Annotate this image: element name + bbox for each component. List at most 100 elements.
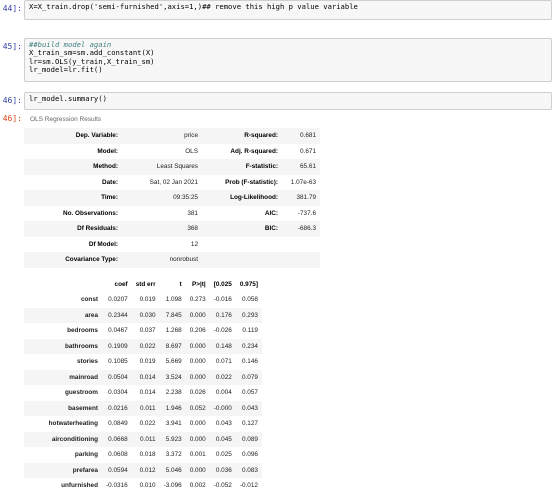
- code-input[interactable]: lr_model.summary(): [24, 92, 552, 110]
- variable-name: bedrooms: [67, 327, 98, 335]
- table-cell: 0.037: [139, 327, 156, 335]
- variable-name: guestroom: [64, 389, 98, 397]
- table-cell: 0.127: [241, 420, 258, 428]
- coefficient-table: coef std err t P>|t| [0.025 0.975] const 0.020…: [24, 277, 262, 494]
- column-header: 0.975]: [239, 280, 258, 288]
- table-cell: 0.057: [241, 389, 258, 397]
- table-cell: 0.019: [139, 358, 156, 366]
- table-cell: 0.079: [235, 369, 262, 385]
- summary-row: Method: Least Squares F-statistic: 65.61: [24, 159, 320, 175]
- code-input[interactable]: ##build model again X_train_sm=sm.add_co…: [24, 38, 552, 82]
- code-cell-44[interactable]: 44]: X=X_train.drop('semi-furnished',axi…: [0, 0, 552, 22]
- summary-value: 1.07e-63: [290, 178, 316, 186]
- table-cell: 0.083: [235, 462, 262, 478]
- code-line: X=X_train.drop('semi-furnished',axis=1,)…: [29, 2, 358, 11]
- summary-value: -737.6: [297, 209, 316, 217]
- table-cell: 5.669: [165, 358, 182, 366]
- input-prompt: 46]:: [2, 96, 22, 105]
- table-cell: 0.030: [131, 307, 160, 323]
- input-prompt: 44]:: [2, 4, 22, 13]
- variable-name: area: [24, 307, 102, 323]
- summary-value: 368: [122, 221, 202, 237]
- summary-value: 65.61: [282, 159, 320, 175]
- summary-row: Df Residuals: 368 BIC: -686.3: [24, 221, 320, 237]
- summary-value: [282, 252, 320, 268]
- summary-label: [202, 237, 282, 253]
- table-cell: 0.000: [185, 369, 210, 385]
- summary-table: Dep. Variable: price R-squared: 0.681 Model:…: [24, 128, 320, 268]
- table-cell: 5.923: [159, 431, 186, 447]
- variable-name: bathrooms: [24, 338, 102, 354]
- code-line: lr_model=lr.fit(): [29, 65, 103, 75]
- table-cell: 0.014: [139, 389, 156, 397]
- table-cell: -0.000: [209, 400, 236, 416]
- code-input[interactable]: X=X_train.drop('semi-furnished',axis=1,)…: [24, 0, 552, 20]
- table-cell: 8.697: [159, 338, 186, 354]
- table-cell: 0.293: [235, 307, 262, 323]
- summary-value: price: [122, 128, 202, 144]
- table-row: area 0.2344 0.030 7.845 0.000 0.176 0.293: [24, 307, 262, 323]
- table-cell: 0.043: [215, 420, 232, 428]
- summary-label: Dep. Variable:: [24, 128, 122, 144]
- summary-label: Method:: [24, 159, 122, 175]
- summary-value: 0.671: [300, 147, 316, 155]
- summary-row: No. Observations: 381 AIC: -737.6: [24, 206, 320, 222]
- variable-name: parking: [74, 451, 98, 459]
- column-header: [0.025: [213, 280, 232, 288]
- code-cell-45[interactable]: 45]: ##build model again X_train_sm=sm.a…: [0, 38, 552, 84]
- table-cell: 0.146: [241, 358, 258, 366]
- table-cell: 0.273: [189, 296, 206, 304]
- table-cell: 0.1085: [108, 358, 128, 366]
- table-cell: -3.096: [163, 482, 182, 490]
- summary-value: 09:35:25: [122, 190, 202, 206]
- table-row: bedrooms 0.0467 0.037 1.268 0.206 -0.026 0.119: [24, 323, 262, 339]
- summary-row: Df Model: 12: [24, 237, 320, 253]
- table-cell: 0.045: [209, 431, 236, 447]
- table-cell: 0.011: [131, 400, 160, 416]
- table-cell: 0.0304: [108, 389, 128, 397]
- table-cell: 0.071: [215, 358, 232, 366]
- table-cell: 0.058: [241, 296, 258, 304]
- summary-value: 381.79: [282, 190, 320, 206]
- code-line: lr_model.summary(): [29, 94, 107, 103]
- table-cell: 0.000: [185, 338, 210, 354]
- summary-row: Covariance Type: nonrobust: [24, 252, 320, 268]
- column-header: t: [179, 280, 182, 288]
- table-row: parking 0.0608 0.018 3.372 0.001 0.025 0.096: [24, 447, 262, 463]
- summary-row: Model: OLS Adj. R-squared: 0.671: [24, 144, 320, 160]
- table-cell: 0.119: [242, 327, 258, 335]
- table-row: bathrooms 0.1909 0.022 8.697 0.000 0.148 0.234: [24, 338, 262, 354]
- summary-label: Date:: [102, 178, 118, 186]
- table-cell: 0.026: [189, 389, 206, 397]
- table-cell: -0.0316: [106, 482, 128, 490]
- output-prompt: 46]:: [2, 114, 22, 123]
- input-prompt: 45]:: [2, 42, 22, 51]
- table-cell: 0.176: [209, 307, 236, 323]
- table-cell: 0.148: [209, 338, 236, 354]
- summary-value: 12: [190, 240, 198, 248]
- table-cell: -0.026: [213, 327, 232, 335]
- table-cell: 0.012: [131, 462, 160, 478]
- variable-name: unfurnished: [61, 482, 98, 490]
- results-caption: OLS Regression Results: [30, 116, 102, 123]
- summary-value: Sat, 02 Jan 2021: [149, 178, 198, 186]
- table-cell: 3.372: [165, 451, 182, 459]
- summary-value: -686.3: [282, 221, 320, 237]
- variable-name: airconditioning: [24, 431, 102, 447]
- summary-row: Dep. Variable: price R-squared: 0.681: [24, 128, 320, 144]
- table-row: mainroad 0.0504 0.014 3.524 0.000 0.022 0.079: [24, 369, 262, 385]
- code-cell-46[interactable]: 46]: lr_model.summary(): [0, 92, 552, 112]
- table-row: stories 0.1085 0.019 5.669 0.000 0.071 0.146: [24, 354, 262, 370]
- table-cell: -0.052: [213, 482, 232, 490]
- summary-label: Model:: [97, 147, 118, 155]
- table-row: guestroom 0.0304 0.014 2.238 0.026 0.004 0.057: [24, 385, 262, 401]
- summary-value: 0.681: [282, 128, 320, 144]
- table-cell: 0.000: [185, 307, 210, 323]
- summary-label: BIC:: [202, 221, 282, 237]
- table-cell: 0.022: [139, 420, 156, 428]
- summary-label: Df Model:: [88, 240, 118, 248]
- table-row: airconditioning 0.0668 0.011 5.923 0.000 0.04…: [24, 431, 262, 447]
- variable-name: prefarea: [24, 462, 102, 478]
- table-cell: 0.002: [189, 482, 206, 490]
- column-header: P>|t|: [192, 280, 206, 288]
